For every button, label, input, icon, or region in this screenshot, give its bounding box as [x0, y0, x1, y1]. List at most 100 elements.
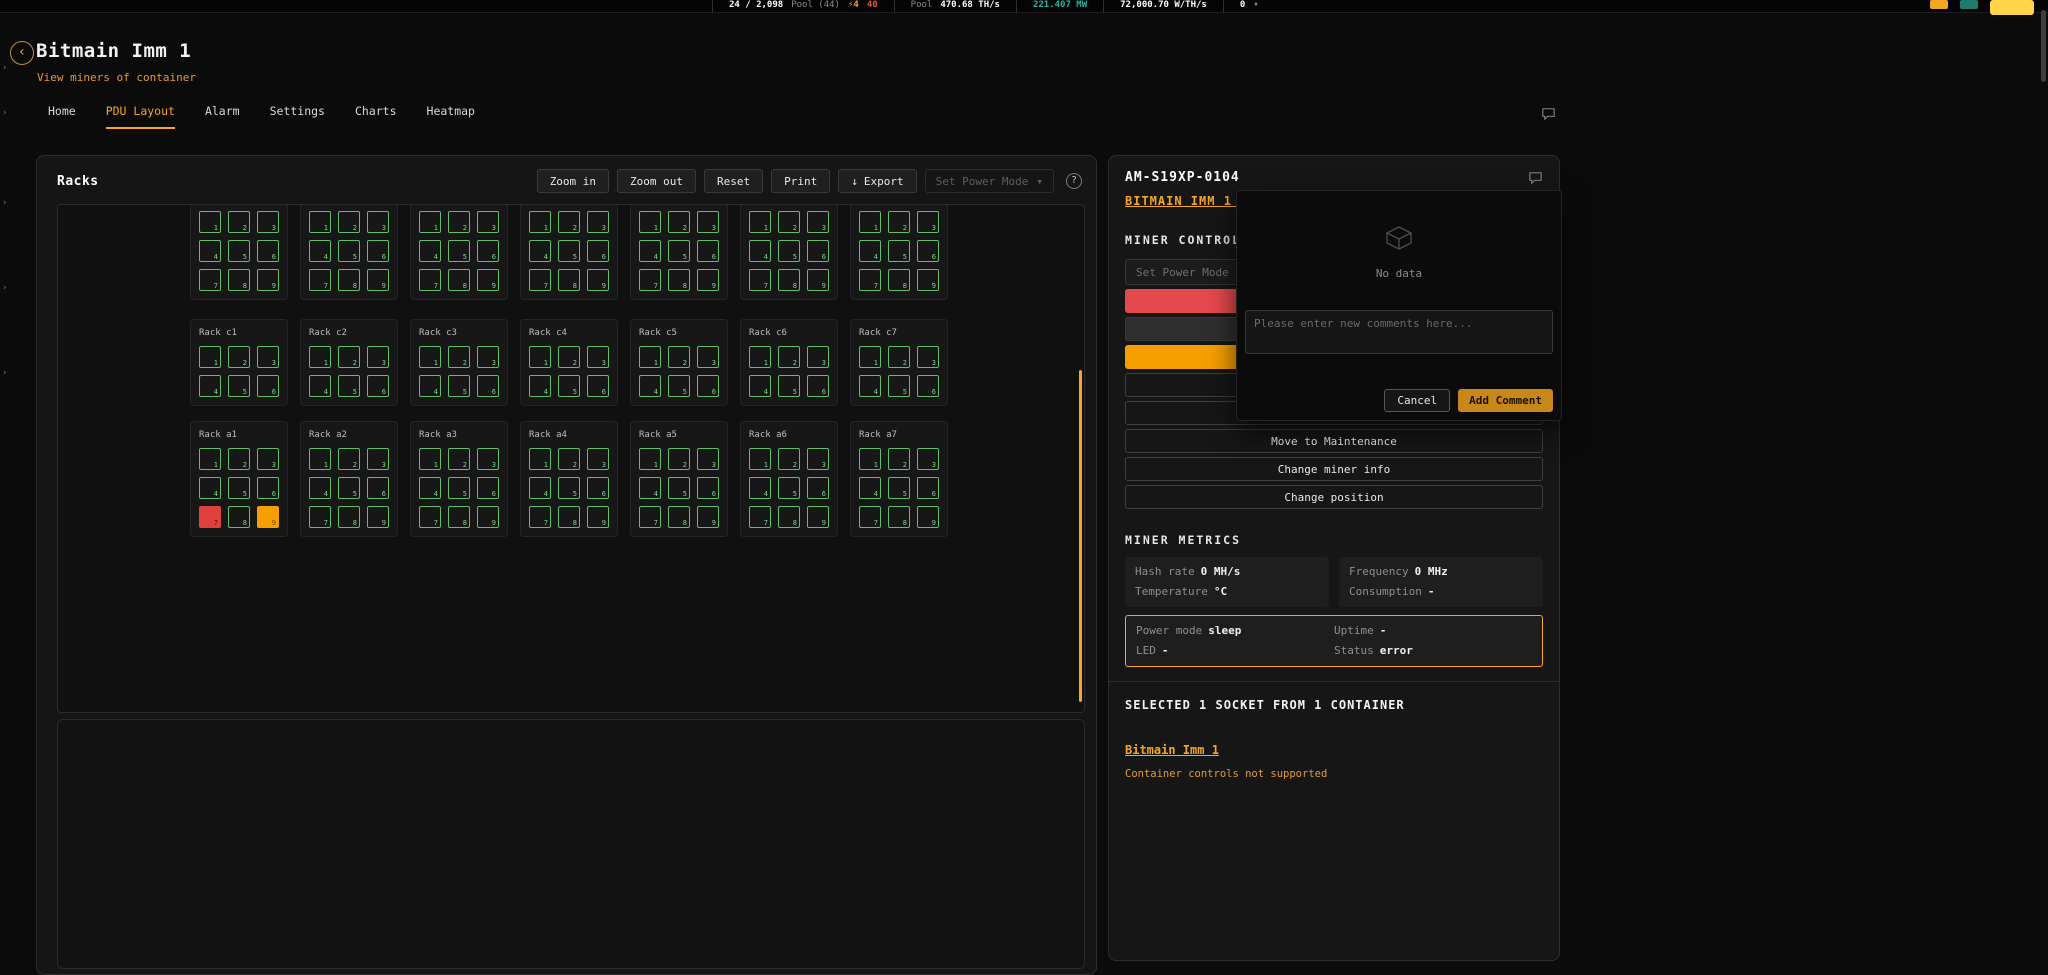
miner-tile[interactable]: 8 [778, 269, 800, 291]
tab-settings[interactable]: Settings [270, 104, 325, 129]
miner-tile[interactable]: 9 [807, 269, 829, 291]
miner-tile[interactable]: 4 [529, 375, 551, 397]
miner-tile[interactable]: 3 [587, 448, 609, 470]
miner-tile[interactable]: 4 [309, 240, 331, 262]
miner-tile[interactable]: 1 [309, 346, 331, 368]
miner-tile[interactable]: 6 [807, 477, 829, 499]
miner-tile[interactable]: 4 [199, 375, 221, 397]
cancel-button[interactable]: Cancel [1384, 389, 1450, 412]
miner-tile[interactable]: 3 [587, 211, 609, 233]
miner-tile[interactable]: 5 [778, 240, 800, 262]
miner-tile[interactable]: 4 [529, 477, 551, 499]
miner-tile[interactable]: 7 [749, 269, 771, 291]
miner-tile[interactable]: 6 [587, 375, 609, 397]
miner-tile[interactable]: 3 [257, 346, 279, 368]
selected-container-link[interactable]: Bitmain Imm 1 [1125, 743, 1219, 757]
miner-tile[interactable]: 7 [199, 269, 221, 291]
miner-tile[interactable]: 8 [448, 269, 470, 291]
miner-tile[interactable]: 3 [367, 346, 389, 368]
miner-tile[interactable]: 3 [917, 211, 939, 233]
page-comments-icon[interactable] [1541, 106, 1556, 125]
tab-pdu-layout[interactable]: PDU Layout [106, 104, 175, 129]
miner-tile[interactable]: 3 [917, 346, 939, 368]
miner-tile[interactable]: 7 [859, 269, 881, 291]
miner-tile[interactable]: 4 [419, 240, 441, 262]
miner-tile[interactable]: 4 [199, 477, 221, 499]
tab-heatmap[interactable]: Heatmap [427, 104, 475, 129]
orange-badge[interactable] [1930, 0, 1948, 9]
miner-tile[interactable]: 6 [917, 477, 939, 499]
miner-tile[interactable]: 8 [888, 506, 910, 528]
miner-tile[interactable]: 5 [888, 477, 910, 499]
miner-tile[interactable]: 3 [367, 211, 389, 233]
miner-tile[interactable]: 5 [558, 477, 580, 499]
miner-tile[interactable]: 1 [529, 211, 551, 233]
miner-tile[interactable]: 8 [668, 269, 690, 291]
miner-tile[interactable]: 9 [367, 506, 389, 528]
miner-tile[interactable]: 2 [448, 448, 470, 470]
miner-tile[interactable]: 2 [338, 211, 360, 233]
miner-tile[interactable]: 3 [697, 346, 719, 368]
miner-tile[interactable]: 3 [257, 448, 279, 470]
yellow-badge[interactable] [1990, 0, 2034, 15]
miner-tile[interactable]: 1 [749, 211, 771, 233]
miner-tile[interactable]: 2 [558, 346, 580, 368]
miner-tile[interactable]: 8 [448, 506, 470, 528]
tab-alarm[interactable]: Alarm [205, 104, 240, 129]
miner-tile[interactable]: 4 [529, 240, 551, 262]
miner-tile[interactable]: 5 [558, 240, 580, 262]
miner-tile[interactable]: 3 [257, 211, 279, 233]
miner-tile[interactable]: 9 [807, 506, 829, 528]
miner-tile[interactable]: 1 [529, 448, 551, 470]
miner-tile[interactable]: 8 [558, 506, 580, 528]
miner-tile[interactable]: 7 [309, 269, 331, 291]
miner-tile[interactable]: 7 [859, 506, 881, 528]
comment-input[interactable] [1245, 310, 1553, 354]
miner-tile[interactable]: 4 [749, 477, 771, 499]
miner-tile[interactable]: 5 [668, 240, 690, 262]
set-power-mode-dropdown[interactable]: Set Power Mode ▾ [925, 169, 1054, 193]
miner-tile[interactable]: 2 [888, 211, 910, 233]
tab-charts[interactable]: Charts [355, 104, 397, 129]
miner-tile[interactable]: 4 [309, 375, 331, 397]
miner-tile[interactable]: 2 [778, 211, 800, 233]
miner-tile[interactable]: 1 [859, 346, 881, 368]
miner-tile[interactable]: 3 [477, 211, 499, 233]
miner-tile[interactable]: 8 [228, 506, 250, 528]
page-scrollbar-thumb[interactable] [2041, 10, 2046, 82]
miner-tile[interactable]: 5 [448, 375, 470, 397]
miner-tile[interactable]: 3 [587, 346, 609, 368]
miner-tile[interactable]: 5 [338, 240, 360, 262]
miner-tile[interactable]: 3 [697, 448, 719, 470]
miner-tile[interactable]: 2 [668, 211, 690, 233]
miner-tile[interactable]: 6 [477, 240, 499, 262]
miner-tile[interactable]: 7 [639, 269, 661, 291]
miner-tile[interactable]: 1 [529, 346, 551, 368]
miner-tile[interactable]: 6 [587, 477, 609, 499]
miner-tile[interactable]: 2 [448, 346, 470, 368]
miner-tile[interactable]: 3 [917, 448, 939, 470]
miner-tile[interactable]: 1 [309, 211, 331, 233]
miner-tile[interactable]: 7 [419, 269, 441, 291]
miner-tile[interactable]: 6 [807, 240, 829, 262]
container-link[interactable]: BITMAIN IMM 1 - [1125, 194, 1248, 208]
miner-tile[interactable]: 2 [888, 346, 910, 368]
miner-tile[interactable]: 2 [778, 448, 800, 470]
miner-tile[interactable]: 5 [778, 375, 800, 397]
miner-tile[interactable]: 5 [228, 375, 250, 397]
miner-tile[interactable]: 1 [859, 211, 881, 233]
miner-tile[interactable]: 7 [529, 506, 551, 528]
miner-tile[interactable]: 2 [338, 346, 360, 368]
zoom-out-button[interactable]: Zoom out [617, 169, 696, 193]
miner-tile[interactable]: 1 [639, 346, 661, 368]
miner-comments-icon[interactable] [1528, 170, 1543, 189]
miner-tile[interactable]: 1 [639, 448, 661, 470]
miner-tile[interactable]: 4 [199, 240, 221, 262]
miner-tile[interactable]: 3 [807, 211, 829, 233]
print-button[interactable]: Print [771, 169, 830, 193]
miner-tile[interactable]: 4 [639, 375, 661, 397]
miner-tile[interactable]: 1 [419, 448, 441, 470]
miner-tile[interactable]: 4 [309, 477, 331, 499]
miner-tile[interactable]: 5 [888, 240, 910, 262]
change-miner-info-button[interactable]: Change miner info [1125, 457, 1543, 481]
